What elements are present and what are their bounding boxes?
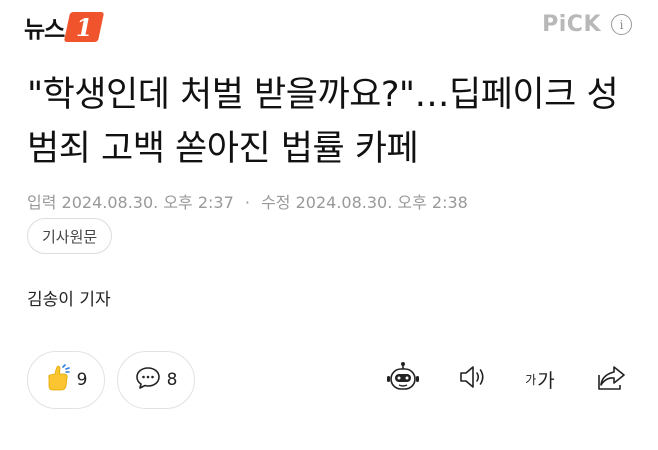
font-size-button[interactable]: 가가 [522, 362, 558, 396]
font-size-large-label: 가 [537, 369, 555, 392]
thumbs-up-icon [45, 364, 71, 396]
article-title: "학생인데 처벌 받을까요?"…딥페이크 성범죄 고백 쏟아진 법률 카페 [27, 75, 619, 169]
like-count: 9 [76, 370, 88, 390]
logo-badge-number: 1 [75, 12, 93, 42]
article-meta: 입력 2024.08.30. 오후 2:37 · 수정 2024.08.30. … [27, 189, 468, 213]
edit-time: 2024.08.30. 오후 2:38 [295, 193, 468, 212]
comment-button[interactable]: 8 [117, 351, 195, 409]
comment-count: 8 [166, 370, 178, 390]
meta-separator: · [244, 193, 250, 212]
share-button[interactable] [594, 362, 630, 396]
input-label: 입력 [27, 193, 57, 212]
text-to-speech-button[interactable] [455, 362, 491, 396]
robot-summary-icon [386, 361, 420, 397]
pick-area: PiCK i [542, 12, 632, 37]
logo-badge: 1 [64, 12, 105, 42]
original-article-button[interactable]: 기사원문 [27, 218, 113, 254]
reporter-name: 김송이 기자 [27, 290, 111, 310]
logo-text: 뉴스 [24, 17, 65, 43]
summary-bot-button[interactable] [385, 362, 421, 396]
like-button[interactable]: 9 [27, 351, 105, 409]
edit-label: 수정 [261, 193, 291, 212]
comment-icon [135, 366, 161, 394]
header: 뉴스 1 PiCK i [0, 0, 658, 52]
speaker-icon [457, 363, 489, 395]
font-size-small-label: 가 [525, 372, 537, 387]
input-time: 2024.08.30. 오후 2:37 [61, 193, 234, 212]
share-icon [596, 363, 628, 395]
info-icon[interactable]: i [611, 14, 632, 35]
pick-label: PiCK [542, 12, 601, 37]
news1-logo[interactable]: 뉴스 1 [24, 10, 105, 44]
